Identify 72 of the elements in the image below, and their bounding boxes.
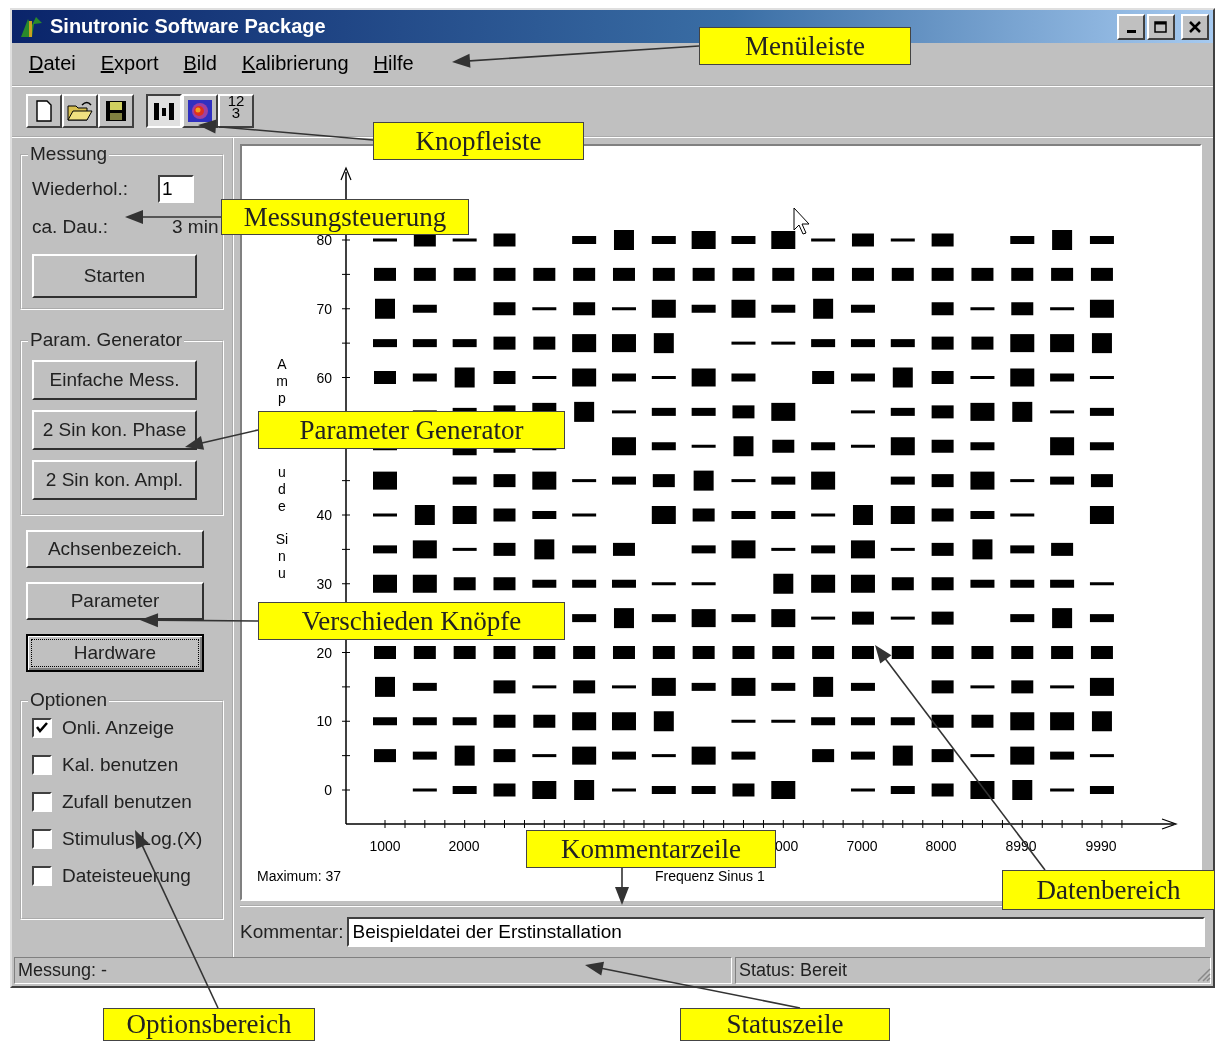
menu-item[interactable]: Export — [100, 52, 159, 76]
duration-value: 3 min — [171, 215, 219, 238]
color-map-icon — [188, 100, 212, 123]
callout-label: Menüleiste — [699, 27, 911, 65]
maximum-label: Maximum: 37 — [257, 867, 342, 884]
toolbar-button[interactable] — [146, 94, 182, 129]
minimize-button[interactable] — [1117, 13, 1145, 40]
y-tick-label: 60 — [316, 369, 332, 386]
x-tick-label: 7000 — [846, 837, 878, 854]
checkbox-label: Zufall benutzen — [62, 791, 192, 814]
new-file-icon — [35, 100, 53, 123]
y-tick-label: 70 — [316, 300, 332, 317]
callout-label: Parameter Generator — [258, 411, 565, 449]
y-tick-label: 0 — [324, 781, 332, 798]
close-icon — [1189, 20, 1201, 33]
callout-label: Verschieden Knöpfe — [258, 602, 565, 640]
callout-label: Knopfleiste — [373, 122, 584, 160]
numbers-button[interactable]: 12 3 — [218, 94, 254, 129]
folder-icon — [67, 100, 93, 123]
x-tick-label: 2000 — [448, 837, 480, 854]
y-tick-label: 40 — [316, 506, 332, 523]
menu-item[interactable]: Hilfe — [373, 52, 414, 76]
y-axis-title: ude — [277, 463, 287, 515]
callout-label: Kommentarzeile — [526, 830, 776, 868]
resize-grip-icon — [1195, 966, 1211, 982]
x-tick-label: 8000 — [925, 837, 957, 854]
callout-label: Optionsbereich — [103, 1008, 315, 1041]
panel-button[interactable]: Hardware — [26, 633, 204, 672]
minimize-icon — [1126, 30, 1136, 34]
duration-label: ca. Dau.: — [32, 215, 110, 238]
status-text: Status: Bereit — [735, 956, 1211, 984]
start-button[interactable]: Starten — [32, 253, 197, 298]
checkbox[interactable] — [32, 829, 52, 850]
comment-label: Kommentar: — [240, 920, 344, 943]
repeat-label: Wiederhol.: — [32, 177, 130, 200]
maximize-icon — [1154, 20, 1168, 33]
comment-field[interactable]: Beispieldatei der Erstinstallation — [347, 916, 1205, 947]
panel-button[interactable]: Parameter — [26, 581, 204, 620]
repeat-field[interactable]: 1 — [158, 174, 194, 203]
window-title: Sinutronic Software Package — [50, 15, 327, 39]
app-icon — [18, 14, 44, 39]
checkbox-label: Onli. Anzeige — [62, 717, 174, 740]
checkbox[interactable] — [32, 718, 52, 739]
callout-label: Statuszeile — [680, 1008, 890, 1041]
status-text: Messung: - — [14, 956, 732, 984]
checkbox-label: Kal. benutzen — [62, 754, 179, 777]
x-axis-title: Frequenz Sinus 1 — [655, 867, 765, 884]
menu-item[interactable]: Kalibrierung — [241, 52, 349, 76]
y-tick-label: 30 — [316, 575, 332, 592]
y-tick-label: 10 — [316, 712, 332, 729]
generator-button[interactable]: Einfache Mess. — [32, 359, 197, 400]
y-axis-title: Amp — [275, 355, 289, 407]
callout-label: Datenbereich — [1002, 870, 1215, 910]
panel-button[interactable]: Achsenbezeich. — [26, 529, 204, 568]
bars-icon — [153, 100, 175, 123]
checkbox[interactable] — [32, 755, 52, 776]
cursor-icon — [793, 207, 810, 235]
checkbox[interactable] — [32, 866, 52, 887]
leader-arrow — [615, 867, 629, 905]
maximize-button[interactable] — [1147, 13, 1175, 40]
menu-item[interactable]: Datei — [29, 52, 76, 76]
x-tick-label: 9990 — [1085, 837, 1117, 854]
checkbox[interactable] — [32, 792, 52, 813]
generator-button[interactable]: 2 Sin kon. Ampl. — [32, 459, 197, 500]
y-axis-title: Sinu — [275, 530, 289, 582]
x-tick-label: 1000 — [369, 837, 401, 854]
generator-button[interactable]: 2 Sin kon. Phase — [32, 409, 197, 450]
menu-item[interactable]: Bild — [183, 52, 217, 76]
callout-label: Messungsteuerung — [221, 199, 469, 235]
y-tick-label: 20 — [316, 644, 332, 661]
x-tick-label: 000 — [775, 837, 799, 854]
close-button[interactable] — [1181, 13, 1209, 40]
